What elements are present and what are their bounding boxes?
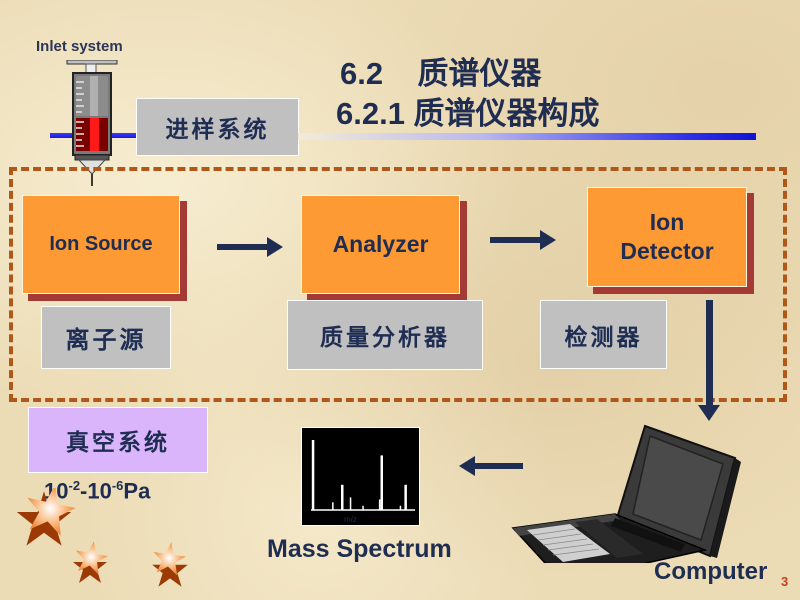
arrow-source-to-analyzer <box>217 237 283 257</box>
computer-label: Computer <box>654 558 768 585</box>
analyzer-cn-label: 质量分析器 <box>287 300 483 370</box>
spectrum-peak <box>399 505 402 510</box>
spectrum-axis-label: m/z <box>344 515 357 524</box>
ion-source-cn-label: 离子源 <box>41 306 171 369</box>
ion-detector-block: Ion Detector <box>587 187 754 294</box>
spectrum-peak <box>332 502 334 510</box>
vacuum-system-label: 真空系统 <box>28 407 208 473</box>
spectrum-peak <box>311 440 315 510</box>
arrow-analyzer-to-detector <box>490 230 556 250</box>
title-underline <box>298 133 756 140</box>
ion-detector-cn-label: 检测器 <box>540 300 667 369</box>
laptop-icon <box>511 424 741 563</box>
star-icon <box>16 488 76 546</box>
mass-spectrum-chart: m/z <box>301 427 420 526</box>
ion-source-label: Ion Source <box>22 195 180 294</box>
spectrum-peak <box>380 455 383 510</box>
ion-detector-label-line2: Detector <box>620 238 714 264</box>
inlet-system-label: Inlet system <box>36 38 123 55</box>
star-icon <box>152 542 188 587</box>
star-icon <box>73 541 108 583</box>
subsection-title: 6.2.1 质谱仪器构成 <box>336 96 600 131</box>
decorative-stars <box>16 488 188 587</box>
page-number: 3 <box>781 574 789 589</box>
section-title: 6.2 质谱仪器 <box>340 56 542 91</box>
spectrum-peak <box>404 484 407 510</box>
mass-spectrum-plot: m/z <box>311 440 415 524</box>
mass-spectrum-label: Mass Spectrum <box>267 535 452 563</box>
ion-detector-label: Ion Detector <box>587 187 747 287</box>
spectrum-peak <box>378 499 381 510</box>
spectrum-peak <box>362 505 364 510</box>
analyzer-block: Analyzer <box>301 195 467 301</box>
spectrum-peak <box>349 497 352 510</box>
arrow-detector-to-computer <box>698 300 720 421</box>
ion-detector-label-line1: Ion <box>649 209 685 236</box>
ion-source-block: Ion Source <box>22 195 187 301</box>
spectrum-peak <box>341 484 344 510</box>
inlet-system-cn-label: 进样系统 <box>136 98 299 156</box>
analyzer-label: Analyzer <box>301 195 460 294</box>
